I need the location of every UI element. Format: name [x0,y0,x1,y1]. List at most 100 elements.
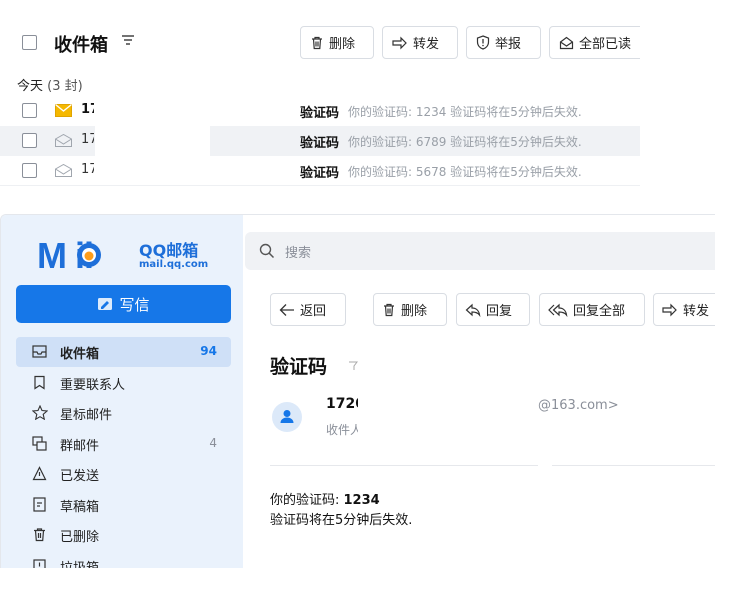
compose-icon [98,298,113,310]
logo-face-icon [77,243,101,267]
nav-label: 星标邮件 [60,408,113,423]
row-preview: 你的验证码: 5678 验证码将在5分钟后失效. [348,165,582,179]
spam-icon [33,559,46,568]
verification-code: 1234 [343,493,380,508]
nav-label: 草稿箱 [60,500,100,515]
nav-group-mail[interactable]: 群邮件 4 [16,429,231,459]
nav-label: 已删除 [60,530,100,545]
report-label: 举报 [495,37,522,52]
compose-label: 写信 [119,295,150,314]
sent-icon [32,466,47,481]
date-group-header: 今天 (3 封) [17,75,83,94]
forward-button[interactable]: 转发 [653,293,715,326]
crop-mask [640,0,743,200]
reply-all-button[interactable]: 回复全部 [539,293,645,326]
nav-spam[interactable]: 垃圾箱 [16,551,231,568]
nav-count: 94 [200,344,217,358]
group-mail-icon [32,436,47,451]
trash-icon [34,528,45,542]
row-subject: 验证码 [300,136,340,151]
nav-label: 重要联系人 [60,378,126,393]
mail-row[interactable]: 17 验证码 你的验证码: 5678 验证码将在5分钟后失效. [0,156,640,186]
row-checkbox[interactable] [22,163,37,178]
nav-label: 收件箱 [60,347,100,362]
sender-name[interactable]: 1720 [326,396,358,412]
body-prefix: 你的验证码: [270,493,344,508]
row-checkbox[interactable] [22,133,37,148]
nav-starred[interactable]: 星标邮件 [16,398,231,428]
recipient-line[interactable]: 收件人 [326,421,358,438]
nav-sent[interactable]: 已发送 [16,459,231,489]
flag-icon[interactable] [348,361,358,371]
nav-important-contacts[interactable]: 重要联系人 [16,368,231,398]
mail-subject: 验证码 [270,356,328,378]
reply-label: 回复 [486,304,513,319]
search-bar[interactable]: 搜索 [245,232,715,270]
back-label: 返回 [300,304,327,319]
select-all-checkbox[interactable] [22,35,37,50]
row-preview: 你的验证码: 1234 验证码将在5分钟后失效. [348,105,582,119]
reply-button[interactable]: 回复 [456,293,530,326]
date-group-count: (3 封) [47,79,83,94]
inbox-icon [32,345,47,358]
row-checkbox[interactable] [22,103,37,118]
mail-app-window: M il QQ邮箱 mail.qq.com 写信 收件箱 94 重要联系人 星标… [0,214,715,568]
forward-label: 转发 [683,304,710,319]
row-sender: 17 [81,132,94,147]
sender-address: @163.com> [538,398,619,413]
mail-row[interactable]: 17 验证码 你的验证码: 6789 验证码将在5分钟后失效. [0,126,640,156]
star-icon [32,405,48,420]
filter-icon[interactable] [121,33,135,47]
bookmark-icon [34,375,45,390]
forward-label: 转发 [413,37,440,52]
arrow-left-icon [279,303,294,316]
nav-label: 垃圾箱 [60,557,99,568]
logo-domain: mail.qq.com [139,259,209,270]
search-placeholder: 搜索 [285,246,312,261]
nav-label: 已发送 [60,469,100,484]
mail-body-line: 你的验证码: 1234 [270,489,380,508]
user-icon [280,410,294,423]
read-envelope-icon [55,164,72,177]
delete-label: 删除 [401,304,428,319]
nav-drafts[interactable]: 草稿箱 [16,490,231,520]
date-group-label: 今天 [17,79,44,94]
report-shield-icon [476,35,490,50]
trash-icon [312,36,322,49]
mail-row[interactable]: 17 验证码 你的验证码: 1234 验证码将在5分钟后失效. [0,96,640,126]
forward-icon [392,36,407,49]
logo-name: QQ邮箱 [139,241,199,260]
compose-button[interactable]: 写信 [16,285,231,323]
qq-mail-logo[interactable]: M il QQ邮箱 mail.qq.com [37,235,209,276]
trash-icon [384,303,394,316]
avatar[interactable] [272,402,302,432]
mail-body-line: 验证码将在5分钟后失效. [270,513,413,528]
back-button[interactable]: 返回 [270,293,346,326]
nav-count: 4 [209,436,217,450]
reply-all-icon [548,303,568,317]
report-button[interactable]: 举报 [466,26,541,59]
forward-icon [662,303,677,316]
reply-all-label: 回复全部 [573,304,626,319]
mail-reader: 返回 删除 回复 回复全部 转发 验证码 1720 @163.com> 收件人 [256,281,715,568]
open-envelope-icon [559,36,574,49]
draft-icon [33,497,46,512]
row-hidden-gap [95,126,210,156]
row-sender: 17 [81,162,94,177]
nav-deleted[interactable]: 已删除 [16,520,231,550]
search-icon [259,243,275,259]
row-subject: 验证码 [300,166,340,181]
folder-title: 收件箱 [54,35,108,56]
row-preview: 你的验证码: 6789 验证码将在5分钟后失效. [348,135,582,149]
delete-button[interactable]: 删除 [300,26,374,59]
reply-icon [465,303,481,317]
delete-button[interactable]: 删除 [373,293,447,326]
nav-label: 群邮件 [60,439,100,454]
delete-label: 删除 [329,37,356,52]
mark-all-read-label: 全部已读 [579,37,632,52]
row-sender: 17 [81,102,94,117]
read-envelope-icon [55,134,72,147]
unread-envelope-icon [55,104,72,117]
nav-inbox[interactable]: 收件箱 94 [16,337,231,367]
forward-button[interactable]: 转发 [382,26,458,59]
